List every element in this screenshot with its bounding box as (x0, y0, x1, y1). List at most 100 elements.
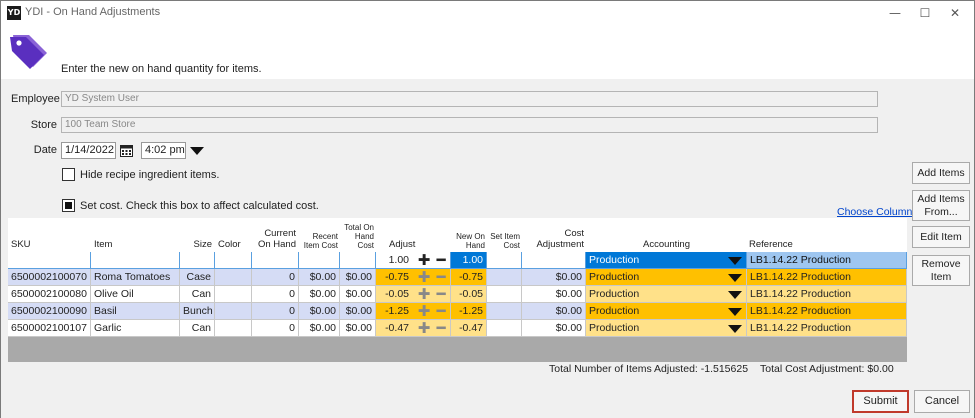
cell-reference[interactable]: LB1.14.22 Production (747, 269, 907, 286)
add-items-button[interactable]: Add Items (912, 162, 970, 184)
header-cost-adjustment[interactable]: Cost Adjustment (532, 228, 584, 250)
header-color[interactable]: Color (218, 239, 241, 250)
cell-set-item-cost[interactable] (487, 286, 522, 303)
cell-adjust[interactable]: -0.47 ✚ ━ (376, 320, 451, 337)
cell-new-on-hand[interactable]: -0.47 (451, 320, 487, 337)
cell-item: Basil (91, 303, 180, 320)
table-row[interactable]: 6500002100107 Garlic Can 0 $0.00 $0.00 -0.47 ✚ ━… (8, 320, 907, 337)
time-dropdown-arrow-icon[interactable] (190, 147, 204, 155)
cell-current-on-hand: 0 (252, 286, 299, 303)
cell-reference[interactable]: LB1.14.22 Production (747, 303, 907, 320)
cell-accounting[interactable]: Production (586, 303, 747, 320)
minus-icon[interactable]: ━ (433, 270, 449, 285)
table-row[interactable]: 6500002100070 Roma Tomatoes Case 0 $0.00 $0.0… (8, 269, 907, 286)
cell-sku: 6500002100080 (8, 286, 91, 303)
cell-recent-item-cost: $0.00 (299, 286, 340, 303)
cell-accounting[interactable]: Production (586, 320, 747, 337)
total-cost-adjustment: Total Cost Adjustment: $0.00 (760, 363, 894, 375)
cell-new-on-hand[interactable]: -1.25 (451, 303, 487, 320)
header-reference[interactable]: Reference (749, 239, 793, 250)
accounting-dropdown-arrow-icon[interactable] (728, 325, 742, 333)
header-accounting[interactable]: Accounting (643, 239, 690, 250)
cell-size: Case (180, 269, 215, 286)
accounting-dropdown-arrow-icon[interactable] (728, 257, 742, 265)
plus-icon[interactable]: ✚ (416, 270, 432, 285)
date-field[interactable]: 1/14/2022 (61, 142, 116, 159)
header-item[interactable]: Item (94, 239, 112, 250)
table-row[interactable]: 6540002100018 Marinara Gallon 0 $0.00 $0.00 1.… (8, 252, 907, 269)
cell-reference[interactable]: LB1.14.22 Production (747, 320, 907, 337)
header-recent-item-cost[interactable]: Recent Item Cost (302, 232, 338, 250)
cell-accounting[interactable]: Production (586, 252, 747, 269)
cell-set-item-cost[interactable] (487, 320, 522, 337)
cell-cost-adjustment: $0.00 (522, 320, 586, 337)
accounting-dropdown-arrow-icon[interactable] (728, 308, 742, 316)
plus-icon[interactable]: ✚ (416, 253, 432, 268)
cell-accounting[interactable]: Production (586, 269, 747, 286)
header-set-item-cost[interactable]: Set Item Cost (489, 232, 520, 250)
cell-new-on-hand[interactable]: -0.05 (451, 286, 487, 303)
add-items-from-button[interactable]: Add Items From... (912, 190, 970, 221)
cancel-button[interactable]: Cancel (914, 390, 970, 413)
minus-icon[interactable]: ━ (433, 304, 449, 319)
cell-adjust[interactable]: 1.00 ✚ ━ (376, 252, 451, 269)
cell-reference[interactable]: LB1.14.22 Production (747, 286, 907, 303)
cell-set-item-cost[interactable] (487, 269, 522, 286)
header-current-on-hand[interactable]: Current On Hand (254, 228, 296, 250)
adjust-value[interactable]: -0.05 (385, 286, 409, 302)
minus-icon[interactable]: ━ (433, 253, 449, 268)
edit-item-button[interactable]: Edit Item (912, 226, 970, 248)
set-cost-checkbox[interactable] (62, 199, 75, 212)
minus-icon[interactable]: ━ (433, 287, 449, 302)
cell-total-on-hand-cost: $0.00 (340, 286, 376, 303)
hide-recipe-checkbox[interactable] (62, 168, 75, 181)
adjust-value[interactable]: -0.47 (385, 320, 409, 336)
table-row[interactable]: 6500002100090 Basil Bunch 0 $0.00 $0.00 -1.25 ✚… (8, 303, 907, 320)
cell-adjust[interactable]: -1.25 ✚ ━ (376, 303, 451, 320)
header-new-on-hand[interactable]: New On Hand (453, 232, 485, 250)
accounting-dropdown-arrow-icon[interactable] (728, 274, 742, 282)
remove-item-button[interactable]: Remove Item (912, 255, 970, 286)
submit-button[interactable]: Submit (852, 390, 909, 413)
cell-total-on-hand-cost: $0.00 (340, 303, 376, 320)
header-size[interactable]: Size (188, 239, 212, 250)
cell-cost-adjustment: $0.00 (522, 303, 586, 320)
accounting-value: Production (589, 271, 640, 283)
header-sku[interactable]: SKU (11, 239, 31, 250)
cell-color (215, 286, 252, 303)
close-icon[interactable]: ✕ (940, 3, 970, 23)
header-adjust[interactable]: Adjust (389, 239, 415, 250)
header-total-on-hand-cost[interactable]: Total On Hand Cost (342, 223, 374, 250)
cell-color (215, 269, 252, 286)
cell-accounting[interactable]: Production (586, 286, 747, 303)
cell-cost-adjustment: $0.00 (522, 252, 586, 269)
choose-columns-link[interactable]: Choose Columns (837, 206, 918, 218)
cell-set-item-cost[interactable] (487, 303, 522, 320)
cell-reference[interactable]: LB1.14.22 Production (747, 252, 907, 269)
date-label: Date (33, 144, 57, 156)
maximize-icon[interactable]: ☐ (910, 3, 940, 23)
minimize-icon[interactable]: — (880, 3, 910, 23)
table-row[interactable]: 6500002100080 Olive Oil Can 0 $0.00 $0.00 -0.0… (8, 286, 907, 303)
cell-set-item-cost[interactable]: $0.00 (487, 252, 522, 269)
plus-icon[interactable]: ✚ (416, 304, 432, 319)
cell-adjust[interactable]: -0.75 ✚ ━ (376, 269, 451, 286)
cell-sku: 6500002100107 (8, 320, 91, 337)
cell-new-on-hand[interactable]: -0.75 (451, 269, 487, 286)
store-field: 100 Team Store (61, 117, 878, 133)
adjust-value[interactable]: -0.75 (385, 269, 409, 285)
cell-adjust[interactable]: -0.05 ✚ ━ (376, 286, 451, 303)
plus-icon[interactable]: ✚ (416, 287, 432, 302)
adjust-value[interactable]: -1.25 (385, 303, 409, 319)
plus-icon[interactable]: ✚ (416, 321, 432, 336)
calendar-icon[interactable] (120, 144, 133, 157)
grid-header: SKU Item Size Color Current On Hand Rece… (8, 218, 907, 252)
cell-new-on-hand[interactable]: 1.00 (451, 252, 487, 269)
cell-size: Can (180, 320, 215, 337)
accounting-dropdown-arrow-icon[interactable] (728, 291, 742, 299)
time-field[interactable]: 4:02 pm (141, 142, 186, 159)
cell-recent-item-cost: $0.00 (299, 303, 340, 320)
cell-recent-item-cost: $0.00 (299, 269, 340, 286)
adjust-value[interactable]: 1.00 (389, 252, 409, 268)
minus-icon[interactable]: ━ (433, 321, 449, 336)
